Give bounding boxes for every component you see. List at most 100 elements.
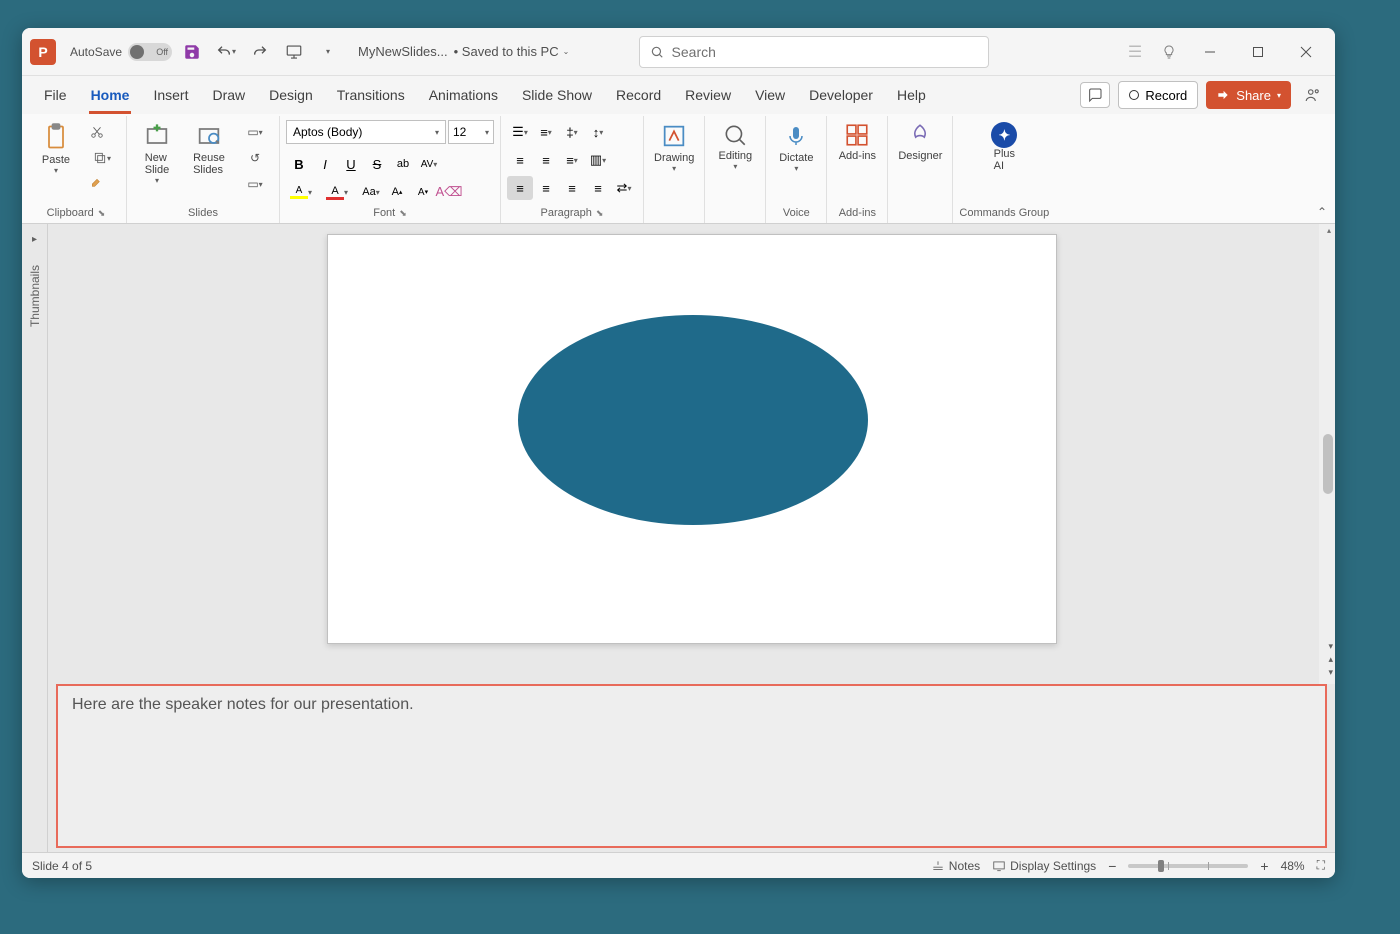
plus-ai-button[interactable]: ✦ Plus AI [980, 120, 1028, 174]
tab-view[interactable]: View [743, 76, 797, 114]
oval-shape[interactable] [518, 315, 868, 525]
tab-slideshow[interactable]: Slide Show [510, 76, 604, 114]
filename[interactable]: MyNewSlides... [358, 44, 448, 59]
tab-review[interactable]: Review [673, 76, 743, 114]
highlight-button[interactable]: A▾ [286, 180, 312, 204]
paste-button[interactable]: Paste ▾ [32, 120, 80, 177]
tab-animations[interactable]: Animations [417, 76, 510, 114]
shrink-font-button[interactable]: A▾ [410, 180, 436, 204]
maximize-button[interactable] [1237, 36, 1279, 68]
tab-insert[interactable]: Insert [141, 76, 200, 114]
save-button[interactable] [178, 38, 206, 66]
editing-button[interactable]: Editing▾ [711, 120, 759, 173]
numbering-button[interactable]: ≡▾ [533, 120, 559, 144]
drawing-button[interactable]: Drawing▾ [650, 120, 698, 175]
user-icon[interactable] [1299, 81, 1327, 109]
display-settings-button[interactable]: Display Settings [992, 859, 1096, 873]
bullets-button[interactable]: ☰▾ [507, 120, 533, 144]
clear-formatting-button[interactable]: A⌫ [436, 180, 462, 204]
search-input[interactable]: Search [639, 36, 989, 68]
format-painter-button[interactable] [84, 172, 110, 196]
fit-to-window-button[interactable]: ⛶ [1317, 858, 1325, 873]
body-area: ▸ Thumbnails ▴ ▾▴▾ Here are the speaker … [22, 224, 1335, 852]
text-direction-button[interactable]: ↕▾ [585, 120, 611, 144]
save-status[interactable]: • Saved to this PC ⌄ [454, 44, 570, 59]
notes-pane[interactable]: Here are the speaker notes for our prese… [56, 684, 1327, 848]
tab-transitions[interactable]: Transitions [325, 76, 417, 114]
status-bar: Slide 4 of 5 Notes Display Settings − + … [22, 852, 1335, 878]
zoom-level[interactable]: 48% [1281, 859, 1305, 873]
slide-canvas-area[interactable]: ▴ ▾▴▾ [48, 224, 1335, 684]
italic-button[interactable]: I [312, 152, 338, 176]
copy-button[interactable]: ▾ [84, 146, 120, 170]
clipboard-launcher[interactable]: ⬊ [98, 208, 106, 219]
reset-button[interactable]: ↺ [237, 146, 273, 170]
scrollbar-thumb[interactable] [1323, 434, 1333, 494]
share-button[interactable]: Share ▾ [1206, 81, 1291, 109]
decrease-indent-button[interactable]: ≡ [507, 148, 533, 172]
autosave-toggle[interactable]: Off [128, 43, 172, 61]
slide[interactable] [327, 234, 1057, 644]
strikethrough-button[interactable]: S [364, 152, 390, 176]
tab-developer[interactable]: Developer [797, 76, 885, 114]
chevron-down-icon: ▾ [232, 47, 236, 56]
expand-thumbnails-icon[interactable]: ▸ [32, 234, 37, 245]
font-name-select[interactable]: Aptos (Body)▾ [286, 120, 446, 144]
justify-button[interactable]: ≡ [585, 176, 611, 200]
align-right-button[interactable]: ≡ [559, 176, 585, 200]
zoom-out-button[interactable]: − [1108, 858, 1116, 874]
grow-font-button[interactable]: A▴ [384, 180, 410, 204]
qat-customize[interactable]: ▾ [314, 38, 342, 66]
addins-button[interactable]: Add-ins [833, 120, 881, 164]
close-button[interactable] [1285, 36, 1327, 68]
tab-help[interactable]: Help [885, 76, 938, 114]
tab-draw[interactable]: Draw [200, 76, 257, 114]
cut-button[interactable] [84, 120, 110, 144]
reuse-slides-button[interactable]: Reuse Slides [185, 120, 233, 178]
record-button[interactable]: Record [1118, 81, 1198, 109]
shadow-button[interactable]: ab [390, 152, 416, 176]
dictate-button[interactable]: Dictate▾ [772, 120, 820, 175]
titlebar-right: ☰ [1121, 36, 1327, 68]
collapse-ribbon-button[interactable]: ⌃ [1317, 205, 1327, 219]
font-color-button[interactable]: A▾ [322, 180, 348, 204]
tab-home[interactable]: Home [79, 76, 142, 114]
change-case-button[interactable]: Aa▾ [358, 180, 384, 204]
redo-button[interactable] [246, 38, 274, 66]
comments-button[interactable] [1080, 82, 1110, 108]
notes-text[interactable]: Here are the speaker notes for our prese… [72, 696, 414, 713]
align-left-button[interactable]: ≡ [507, 176, 533, 200]
smartart-button[interactable]: ⇄▾ [611, 176, 637, 200]
align-text-button[interactable]: ≡▾ [559, 148, 585, 172]
tab-design[interactable]: Design [257, 76, 325, 114]
tab-record[interactable]: Record [604, 76, 673, 114]
notes-toggle[interactable]: Notes [931, 859, 980, 873]
slide-counter[interactable]: Slide 4 of 5 [32, 859, 92, 873]
chevron-down-icon: ⌄ [563, 47, 570, 56]
minimize-button[interactable] [1189, 36, 1231, 68]
font-launcher[interactable]: ⬊ [399, 208, 407, 219]
align-center-button[interactable]: ≡ [533, 176, 559, 200]
char-spacing-button[interactable]: AV▾ [416, 152, 442, 176]
font-size-select[interactable]: 12▾ [448, 120, 494, 144]
increase-indent-button[interactable]: ≡ [533, 148, 559, 172]
columns-button[interactable]: ▥▾ [585, 148, 611, 172]
lightbulb-icon[interactable] [1155, 38, 1183, 66]
section-button[interactable]: ▭▾ [237, 172, 273, 196]
undo-button[interactable]: ▾ [212, 38, 240, 66]
underline-button[interactable]: U [338, 152, 364, 176]
bold-button[interactable]: B [286, 152, 312, 176]
designer-button[interactable]: Designer [894, 120, 946, 164]
zoom-slider[interactable] [1128, 864, 1248, 868]
layout-button[interactable]: ▭▾ [237, 120, 273, 144]
zoom-in-button[interactable]: + [1260, 858, 1268, 874]
autosave-control[interactable]: AutoSave Off [70, 43, 172, 61]
account-icon[interactable]: ☰ [1121, 38, 1149, 66]
line-spacing-button[interactable]: ‡▾ [559, 120, 585, 144]
present-button[interactable] [280, 38, 308, 66]
vertical-scrollbar[interactable]: ▴ ▾▴▾ [1319, 224, 1335, 684]
tab-file[interactable]: File [32, 76, 79, 114]
new-slide-button[interactable]: New Slide▾ [133, 120, 181, 187]
paragraph-launcher[interactable]: ⬊ [596, 208, 604, 219]
thumbnails-panel[interactable]: ▸ Thumbnails [22, 224, 48, 852]
